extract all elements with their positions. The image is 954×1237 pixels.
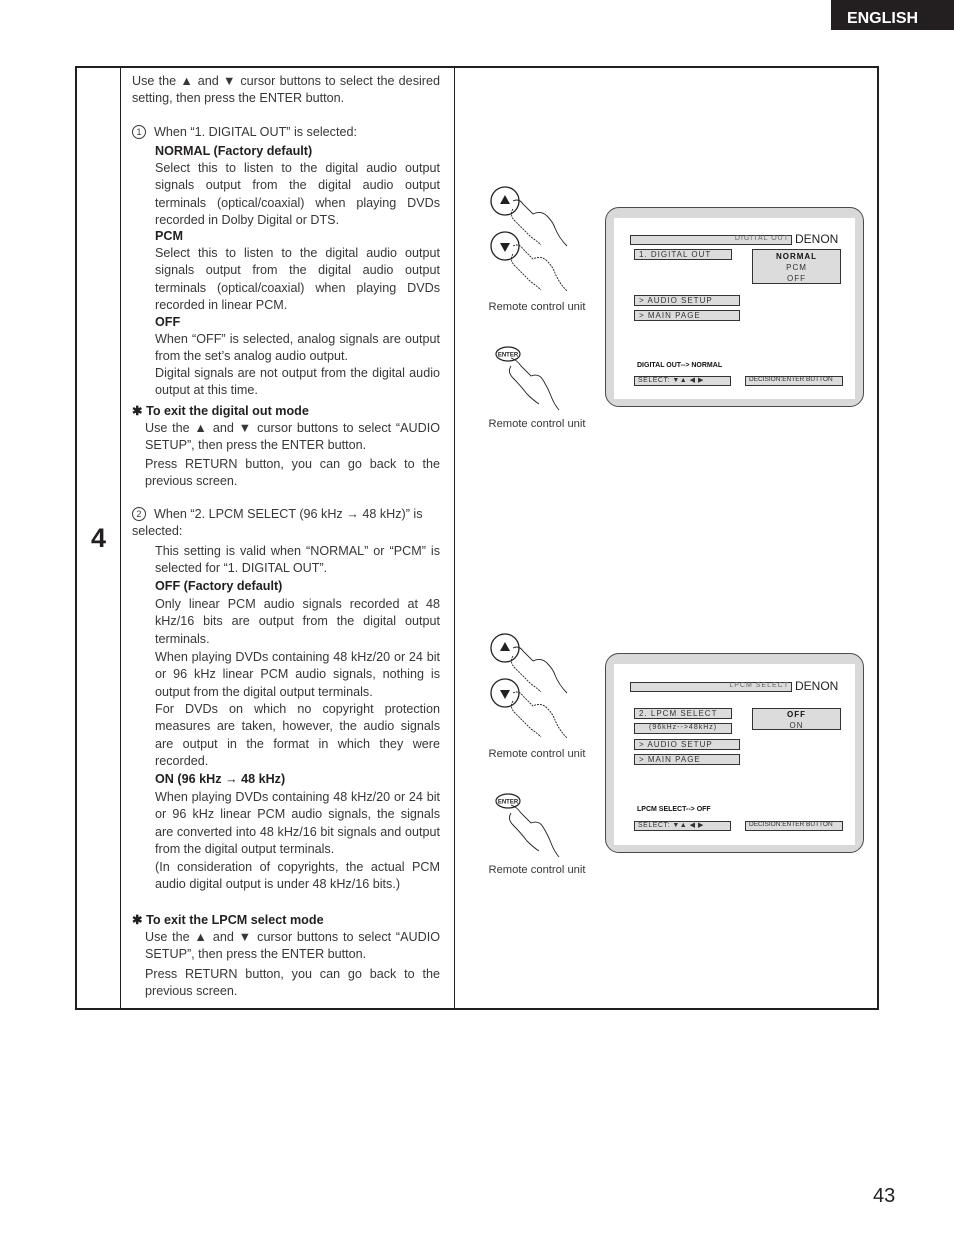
osd-menu-item-label: 1. DIGITAL OUT: [639, 250, 712, 259]
exit-digital-title: ✱ To exit the digital out mode: [132, 403, 440, 420]
lpcm-on-desc2: (In consideration of copyrights, the act…: [155, 860, 440, 892]
osd-menu-item[interactable]: 1. DIGITAL OUT: [634, 249, 732, 260]
osd-title: LPCM SELECT: [729, 682, 789, 689]
option-pcm-desc: Select this to listen to the digital aud…: [155, 246, 440, 313]
figures-column: Remote control unit ENTER Remote control…: [455, 68, 877, 1008]
hand-pressing-enter-icon: ENTER: [495, 793, 560, 858]
cursor-buttons-illustration: [483, 630, 573, 740]
osd-menu-item-sub: (96kHz-->48kHz): [634, 723, 732, 734]
denon-logo: DENON: [795, 232, 839, 246]
language-tab: ENGLISH: [831, 0, 954, 30]
osd-decision-hint: DECISION:ENTER BUTTON: [745, 376, 843, 386]
option-pcm-label: PCM: [155, 229, 183, 243]
osd-main-page-label: > MAIN PAGE: [639, 755, 701, 764]
step-table: 4 Use the ▲ and ▼ cursor buttons to sele…: [75, 66, 879, 1010]
option-off-desc2: Digital signals are not output from the …: [155, 366, 440, 398]
lpcm-off-desc3: For DVDs on which no copyright protectio…: [155, 702, 440, 769]
exit-digital-text1: Use the ▲ and ▼ cursor buttons to select…: [145, 421, 440, 453]
osd-decision-hint-label: DECISION:ENTER BUTTON: [749, 821, 833, 828]
osd-option-pcm[interactable]: PCM: [753, 262, 840, 273]
remote-caption: Remote control unit: [488, 864, 586, 876]
osd-main-page-label: > MAIN PAGE: [639, 311, 701, 320]
lpcm-on-desc1: When playing DVDs containing 48 kHz/20 o…: [155, 790, 440, 857]
osd-title: DIGITAL OUT: [734, 235, 789, 242]
intro-text: Use the ▲ and ▼ cursor buttons to select…: [132, 74, 440, 106]
osd-screen-lpcm-select: LPCM SELECT DENON 2. LPCM SELECT (96kHz-…: [605, 653, 864, 853]
exit-lpcm-title-text: To exit the LPCM select mode: [146, 913, 324, 927]
exit-lpcm-text2: Press RETURN button, you can go back to …: [145, 967, 440, 999]
circled-number-icon: 2: [132, 507, 146, 521]
hand-pressing-enter-icon: ENTER: [495, 346, 560, 411]
enter-key-label: ENTER: [498, 800, 519, 806]
osd-options-box: OFF ON: [752, 708, 841, 730]
osd-menu-item[interactable]: 2. LPCM SELECT: [634, 708, 732, 719]
osd-status: LPCM SELECT--> OFF: [637, 806, 711, 813]
exit-lpcm-text1: Use the ▲ and ▼ cursor buttons to select…: [145, 930, 440, 962]
lpcm-off-desc1: Only linear PCM audio signals recorded a…: [155, 597, 440, 646]
hand-pressing-cursor-icon: [490, 633, 568, 739]
step-column: 4: [77, 68, 121, 1008]
osd-decision-hint-label: DECISION:ENTER BUTTON: [749, 376, 833, 383]
cursor-buttons-illustration: [483, 183, 573, 293]
asterisk-icon: ✱: [132, 404, 143, 418]
option-off-label: OFF: [155, 315, 181, 329]
osd-main-page-link[interactable]: > MAIN PAGE: [634, 310, 740, 321]
option-normal-label: NORMAL (Factory default): [155, 144, 313, 158]
section1-heading: 1 When “1. DIGITAL OUT” is selected:: [132, 124, 440, 141]
osd-select-hint-label: SELECT: ▼▲ ◀ ▶: [638, 822, 704, 829]
remote-caption: Remote control unit: [488, 748, 586, 760]
osd-select-hint-label: SELECT: ▼▲ ◀ ▶: [638, 377, 704, 384]
language-label: ENGLISH: [846, 10, 919, 27]
osd-option-off[interactable]: OFF: [753, 709, 840, 720]
lpcm-on-label: ON (96 kHz → 48 kHz): [155, 772, 286, 786]
enter-button-illustration: ENTER: [493, 346, 563, 416]
denon-logo: DENON: [795, 679, 839, 693]
osd-menu-item-label: 2. LPCM SELECT: [639, 709, 718, 718]
exit-digital-text2: Press RETURN button, you can go back to …: [145, 457, 440, 489]
circled-number-icon: 1: [132, 125, 146, 139]
osd-audio-setup-label: > AUDIO SETUP: [639, 296, 713, 305]
lpcm-off-desc2: When playing DVDs containing 48 kHz/20 o…: [155, 650, 440, 699]
section2-note: This setting is valid when “NORMAL” or “…: [155, 544, 440, 576]
osd-option-normal[interactable]: NORMAL: [753, 251, 840, 262]
osd-main-page-link[interactable]: > MAIN PAGE: [634, 754, 740, 765]
exit-lpcm-title: ✱ To exit the LPCM select mode: [132, 912, 440, 929]
hand-pressing-cursor-icon: [490, 186, 568, 292]
remote-caption: Remote control unit: [488, 301, 586, 313]
enter-button-illustration: ENTER: [493, 793, 563, 863]
option-off-desc: When “OFF” is selected, analog signals a…: [155, 332, 440, 364]
section2-heading-text: When “2. LPCM SELECT (96 kHz → 48 kHz)” …: [132, 507, 423, 539]
step-number: 4: [90, 523, 107, 553]
osd-audio-setup-link[interactable]: > AUDIO SETUP: [634, 739, 740, 750]
lpcm-off-label: OFF (Factory default): [155, 579, 283, 593]
osd-select-hint: SELECT: ▼▲ ◀ ▶: [634, 376, 731, 386]
osd-screen-digital-out: DIGITAL OUT DENON 1. DIGITAL OUT NORMAL …: [605, 207, 864, 407]
instructions-column: Use the ▲ and ▼ cursor buttons to select…: [120, 68, 455, 1008]
option-normal-desc: Select this to listen to the digital aud…: [155, 161, 440, 228]
remote-caption: Remote control unit: [488, 418, 586, 430]
section1-heading-text: When “1. DIGITAL OUT” is selected:: [154, 125, 357, 139]
osd-options-box: NORMAL PCM OFF: [752, 249, 841, 284]
osd-menu-item-sub-label: (96kHz-->48kHz): [649, 724, 718, 731]
page-number: 43: [873, 1185, 896, 1207]
osd-option-off[interactable]: OFF: [753, 273, 840, 284]
osd-audio-setup-link[interactable]: > AUDIO SETUP: [634, 295, 740, 306]
osd-decision-hint: DECISION:ENTER BUTTON: [745, 821, 843, 831]
enter-key-label: ENTER: [498, 353, 519, 359]
osd-audio-setup-label: > AUDIO SETUP: [639, 740, 713, 749]
asterisk-icon: ✱: [132, 913, 143, 927]
osd-option-on[interactable]: ON: [753, 720, 840, 731]
exit-digital-title-text: To exit the digital out mode: [146, 404, 309, 418]
section2-heading: 2 When “2. LPCM SELECT (96 kHz → 48 kHz)”…: [132, 506, 440, 541]
osd-select-hint: SELECT: ▼▲ ◀ ▶: [634, 821, 731, 831]
osd-status: DIGITAL OUT--> NORMAL: [637, 362, 723, 369]
